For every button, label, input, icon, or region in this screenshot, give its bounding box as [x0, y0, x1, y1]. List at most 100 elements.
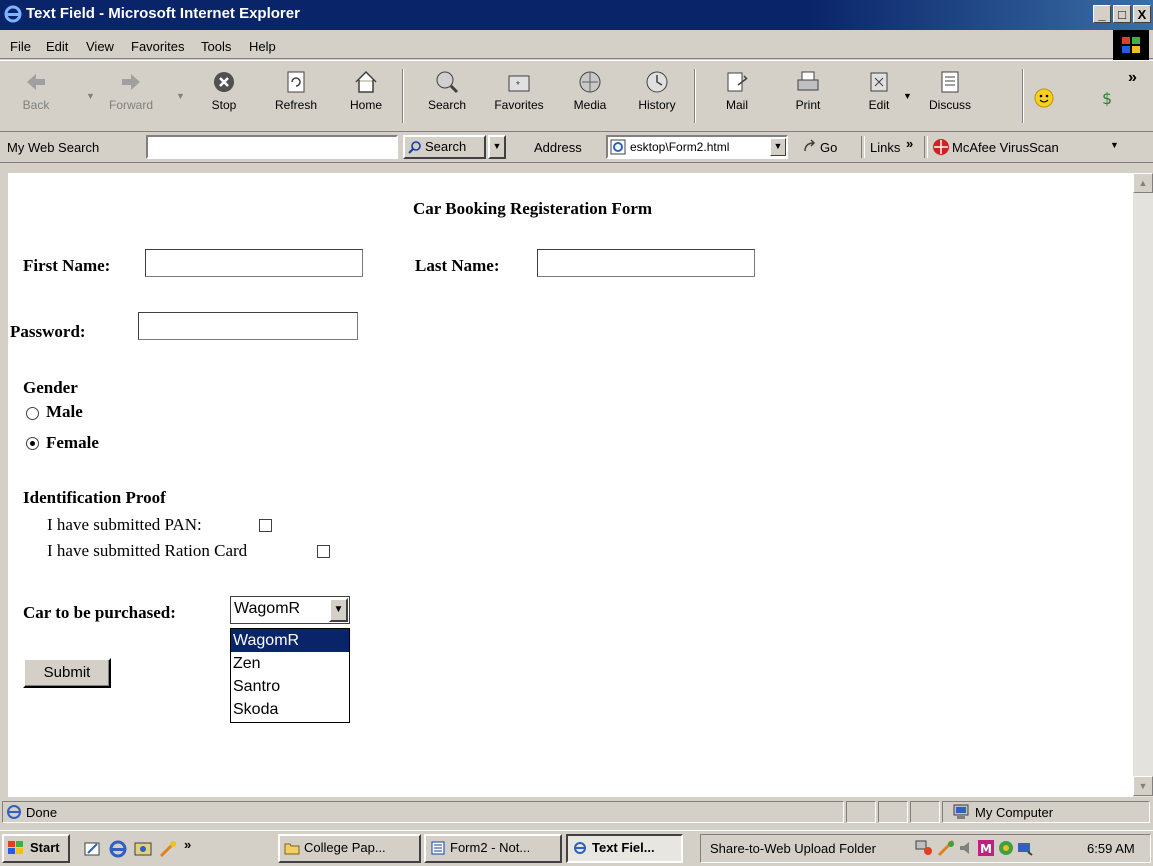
mail-button[interactable]: Mail [714, 69, 760, 112]
messenger-smiley-icon[interactable] [1033, 87, 1055, 109]
windows-flag-icon [1113, 30, 1149, 60]
search-toolbar-button[interactable]: Search [422, 69, 472, 112]
maximize-button[interactable]: □ [1113, 5, 1131, 23]
status-pane [910, 801, 940, 823]
pan-checkbox[interactable] [259, 519, 272, 532]
connection-tray-icon[interactable] [1016, 839, 1034, 857]
scroll-up-icon[interactable]: ▲ [1133, 173, 1153, 193]
links-label[interactable]: Links [870, 140, 900, 155]
menu-file[interactable]: File [10, 39, 31, 54]
title-bar: Text Field - Microsoft Internet Explorer… [0, 0, 1153, 30]
car-select-dropdown-icon[interactable]: ▼ [329, 598, 348, 622]
show-desktop-icon[interactable] [83, 839, 103, 859]
outlook-quicklaunch-icon[interactable] [133, 839, 153, 859]
task-college-papers[interactable]: College Pap... [278, 834, 421, 863]
network-tray-icon[interactable] [915, 839, 935, 857]
media-button[interactable]: Media [569, 69, 611, 112]
first-name-input[interactable] [145, 249, 363, 277]
update-tray-icon[interactable] [997, 839, 1015, 857]
car-option-wagomr[interactable]: WagomR [231, 629, 349, 652]
ration-card-checkbox[interactable] [317, 545, 330, 558]
search-dropdown-icon[interactable]: ▼ [488, 135, 506, 159]
dollar-icon[interactable]: $ [1098, 87, 1120, 109]
scroll-down-icon[interactable]: ▼ [1133, 776, 1153, 796]
address-field[interactable]: esktop\Form2.html ▼ [606, 135, 788, 159]
vertical-scrollbar[interactable]: ▲ ▼ [1132, 173, 1153, 797]
car-option-zen[interactable]: Zen [231, 652, 349, 675]
car-label: Car to be purchased: [23, 603, 176, 622]
antivirus-tray-icon[interactable] [937, 839, 957, 857]
menu-help[interactable]: Help [249, 39, 276, 54]
links-separator [924, 136, 928, 158]
address-toolbar: My Web Search Search ▼ Address esktop\Fo… [0, 132, 1153, 163]
ie-quicklaunch-icon[interactable] [108, 839, 128, 859]
gender-female-radio[interactable] [26, 437, 39, 450]
mcafee-link[interactable]: McAfee VirusScan [930, 136, 1100, 158]
menu-bar: File Edit View Favorites Tools Help [0, 32, 1153, 59]
menu-view[interactable]: View [86, 39, 114, 54]
minimize-button[interactable]: _ [1093, 5, 1111, 23]
my-web-search-input[interactable] [146, 135, 398, 159]
stop-button[interactable]: Stop [206, 69, 242, 112]
gender-male-label: Male [46, 402, 83, 421]
gender-male-radio[interactable] [26, 407, 39, 420]
address-dropdown-icon[interactable]: ▼ [770, 138, 786, 156]
mcafee-label: McAfee VirusScan [952, 140, 1059, 155]
clock[interactable]: 6:59 AM [1087, 841, 1135, 856]
menu-favorites[interactable]: Favorites [131, 39, 184, 54]
volume-tray-icon[interactable] [957, 839, 975, 857]
media-label: Media [573, 98, 607, 112]
print-button[interactable]: Print [790, 69, 826, 112]
links-more-chevron-icon[interactable]: » [906, 136, 913, 151]
notepad-icon [431, 841, 445, 855]
windows-logo-icon [8, 841, 23, 854]
forward-dropdown-icon[interactable]: ▼ [176, 91, 185, 101]
toolbar-separator [402, 69, 404, 123]
standard-toolbar: Back ▼ Forward ▼ Stop Refresh Home Searc… [0, 60, 1153, 132]
last-name-input[interactable] [537, 249, 755, 277]
edit-toolbar-button[interactable]: Edit [864, 69, 894, 112]
home-label: Home [349, 98, 382, 112]
menu-edit[interactable]: Edit [46, 39, 68, 54]
toolbar-separator [694, 69, 696, 123]
toolbar-more-chevron-icon[interactable]: » [1128, 69, 1137, 87]
back-arrow-icon [27, 74, 45, 90]
media-globe-icon [579, 71, 601, 93]
task-label: Form2 - Not... [450, 840, 531, 855]
task-ie-text-field[interactable]: Text Fiel... [566, 834, 683, 863]
go-button[interactable]: Go [800, 136, 854, 158]
forward-arrow-icon [122, 74, 140, 90]
svg-text:*: * [516, 80, 520, 91]
close-button[interactable]: X [1133, 5, 1151, 23]
back-button[interactable]: Back [18, 69, 54, 112]
favorites-button[interactable]: * Favorites [488, 69, 550, 112]
car-option-santro[interactable]: Santro [231, 675, 349, 698]
forward-button[interactable]: Forward [104, 69, 158, 112]
quicklaunch-more-chevron-icon[interactable]: » [184, 837, 191, 852]
car-option-skoda[interactable]: Skoda [231, 698, 349, 721]
menu-tools[interactable]: Tools [201, 39, 231, 54]
home-button[interactable]: Home [346, 69, 386, 112]
history-button[interactable]: History [632, 69, 682, 112]
car-select[interactable]: WagomR ▼ [230, 596, 350, 624]
messenger-tray-icon[interactable]: M [977, 839, 995, 857]
status-text-pane: Done [2, 801, 844, 823]
task-notepad[interactable]: Form2 - Not... [424, 834, 562, 863]
start-button[interactable]: Start [2, 834, 70, 863]
printer-icon [797, 71, 819, 91]
gender-label: Gender [23, 378, 78, 397]
status-pane [878, 801, 908, 823]
edit-dropdown-icon[interactable]: ▼ [903, 91, 912, 101]
refresh-button[interactable]: Refresh [268, 69, 324, 112]
web-search-button[interactable]: Search [403, 135, 486, 159]
submit-button[interactable]: Submit [23, 658, 111, 688]
share-to-web-label[interactable]: Share-to-Web Upload Folder [710, 841, 876, 856]
address-value[interactable]: esktop\Form2.html [630, 140, 729, 154]
gender-female-label: Female [46, 433, 99, 452]
back-dropdown-icon[interactable]: ▼ [86, 91, 95, 101]
app-quicklaunch-icon[interactable] [158, 839, 178, 859]
password-input[interactable] [138, 312, 358, 340]
discuss-button[interactable]: Discuss [924, 69, 976, 112]
mcafee-dropdown-icon[interactable]: ▼ [1110, 140, 1119, 150]
car-select-value: WagomR [234, 600, 301, 617]
